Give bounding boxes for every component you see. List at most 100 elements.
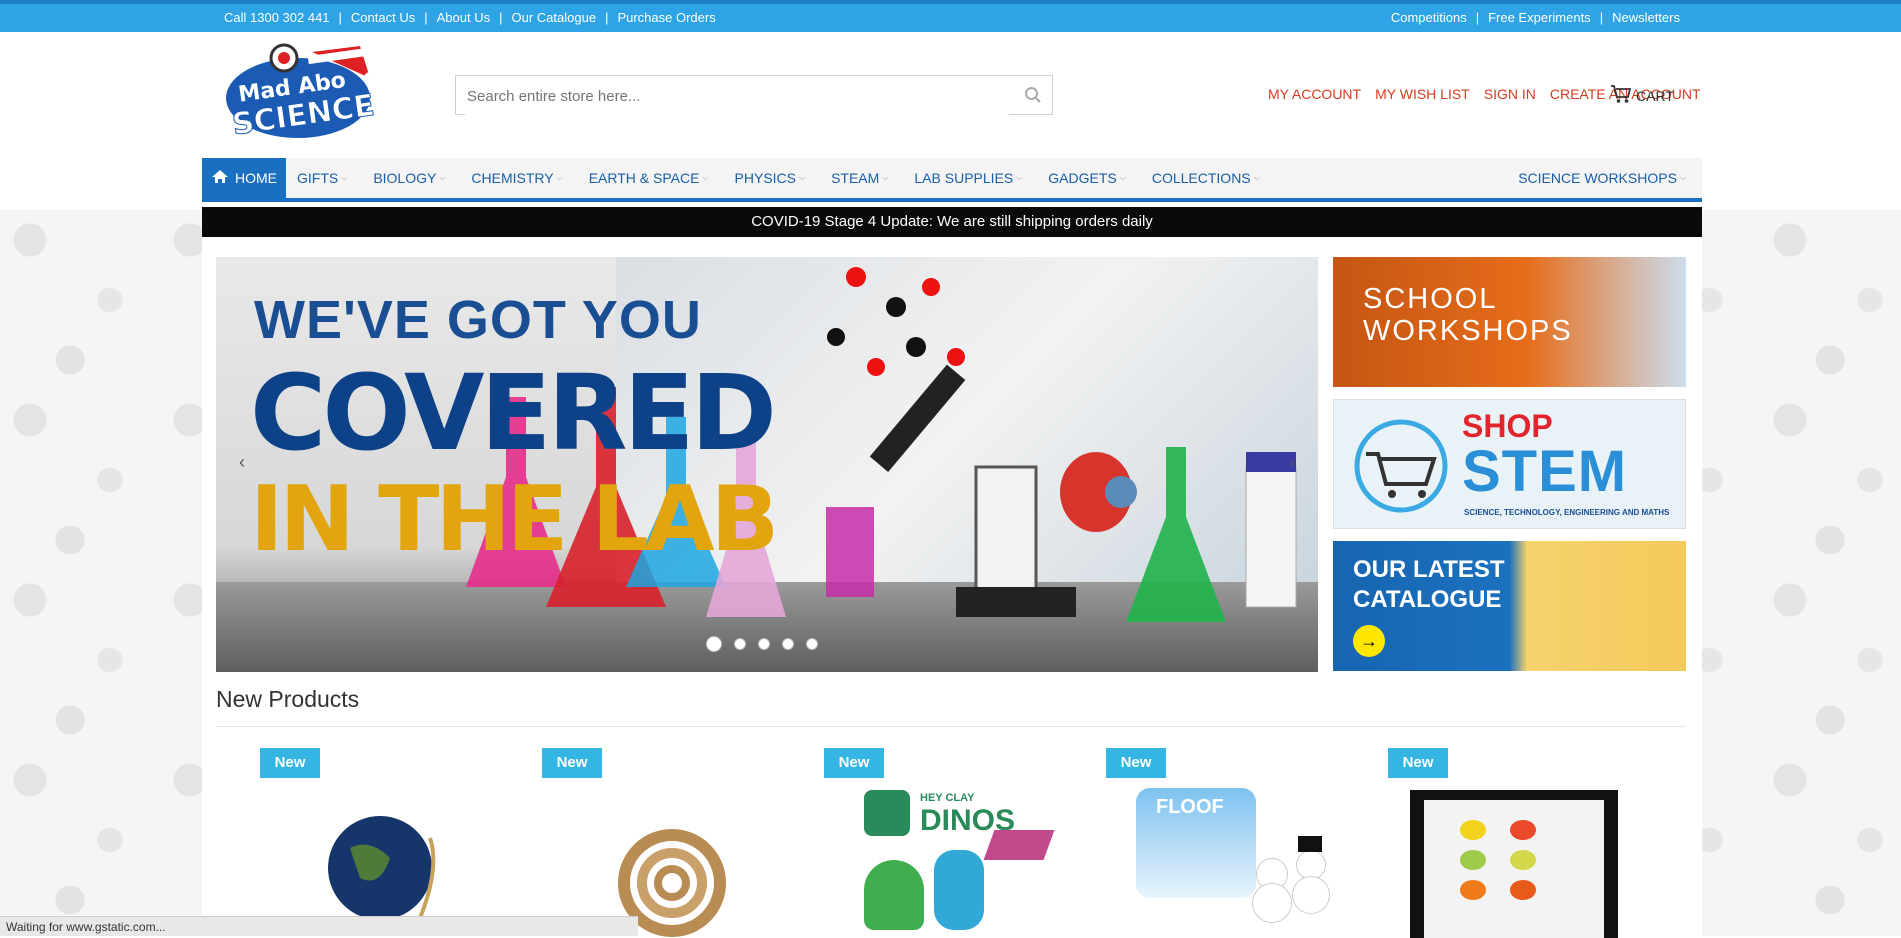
top-link-competitions[interactable]: Competitions — [1391, 10, 1467, 25]
product-card[interactable]: New HEY CLAY DINOS — [824, 748, 1064, 938]
site-logo[interactable]: Mad Abo SCIENCE — [220, 38, 380, 148]
chevron-down-icon: ⌵ — [556, 173, 563, 182]
slide-headline-line2: COVERED — [250, 352, 777, 474]
nav-item-earth-space[interactable]: EARTH & SPACE ⌵ — [589, 170, 709, 186]
promo-catalogue-title: OUR LATEST CATALOGUE — [1353, 555, 1505, 615]
divider: | — [338, 10, 342, 25]
chevron-down-icon: ⌵ — [1678, 90, 1686, 100]
chevron-down-icon: ⌵ — [1253, 173, 1260, 182]
top-link-purchase-orders[interactable]: Purchase Orders — [617, 10, 715, 25]
top-bar-right-links: Competitions | Free Experiments | Newsle… — [1391, 10, 1680, 25]
slider-dot[interactable] — [758, 638, 770, 650]
chevron-left-icon: ‹ — [239, 451, 245, 472]
nav-item-label: LAB SUPPLIES — [914, 170, 1014, 186]
top-link-contact[interactable]: Contact Us — [351, 10, 415, 25]
nav-item-label: COLLECTIONS — [1151, 170, 1251, 186]
cart-stem-icon — [1354, 419, 1448, 513]
top-bar-left-links: Call 1300 302 441 | Contact Us | About U… — [224, 10, 716, 25]
top-link-about[interactable]: About Us — [437, 10, 490, 25]
divider: | — [1599, 10, 1604, 25]
top-link-phone[interactable]: Call 1300 302 441 — [224, 10, 330, 25]
browser-status-bar: Waiting for www.gstatic.com... — [0, 916, 638, 936]
nav-item-chemistry[interactable]: CHEMISTRY ⌵ — [471, 170, 562, 186]
nav-item-label: BIOLOGY — [373, 170, 437, 186]
new-badge: New — [824, 748, 884, 778]
chevron-down-icon: ⌵ — [702, 173, 709, 182]
slider-dot[interactable] — [782, 638, 794, 650]
nav-item-lab-supplies[interactable]: LAB SUPPLIES ⌵ — [914, 170, 1022, 186]
promo-latest-catalogue[interactable]: OUR LATEST CATALOGUE → — [1333, 541, 1686, 671]
top-link-free-experiments[interactable]: Free Experiments — [1488, 10, 1591, 25]
hero-slider: WE'VE GOT YOU COVERED IN THE LAB ‹ › — [216, 257, 1318, 672]
divider: | — [499, 10, 503, 25]
product-card[interactable]: New FLOOF — [1106, 748, 1346, 938]
promo-school-title: SCHOOL WORKSHOPS — [1363, 283, 1573, 347]
search-input[interactable] — [465, 77, 1009, 115]
section-divider — [216, 726, 1686, 727]
nav-item-steam[interactable]: STEAM ⌵ — [831, 170, 888, 186]
divider: | — [1475, 10, 1480, 25]
section-title-new-products: New Products — [216, 686, 360, 712]
nav-items: GIFTS ⌵ BIOLOGY ⌵ CHEMISTRY ⌵ EARTH & SPACE… — [297, 170, 1286, 186]
slider-dot[interactable] — [806, 638, 818, 650]
butterfly-frame-image — [1410, 790, 1618, 938]
home-icon — [211, 169, 229, 187]
slide-headline-line1: WE'VE GOT YOU — [254, 290, 702, 350]
search-icon[interactable] — [1024, 86, 1042, 104]
covid-notice-banner: COVID-19 Stage 4 Update: We are still sh… — [202, 207, 1702, 237]
nav-item-label: GADGETS — [1048, 170, 1117, 186]
cart-icon — [1610, 84, 1632, 107]
sign-in-link[interactable]: Sign In — [1484, 86, 1536, 102]
floof-snowman-image: FLOOF — [1136, 788, 1336, 938]
nav-item-label: CHEMISTRY — [471, 170, 554, 186]
search-box — [455, 75, 1053, 115]
slider-dot[interactable] — [734, 638, 746, 650]
new-badge: New — [260, 748, 320, 778]
product-label-top: HEY CLAY — [920, 792, 975, 804]
product-card[interactable]: New — [260, 748, 500, 938]
product-card[interactable]: New — [1388, 748, 1628, 938]
slider-pagination — [706, 636, 818, 652]
chevron-down-icon: ⌵ — [799, 173, 806, 182]
chevron-down-icon: ⌵ — [882, 173, 889, 182]
promo-catalogue-line2: CATALOGUE — [1353, 586, 1502, 613]
nav-home[interactable]: HOME — [202, 158, 286, 198]
slider-dot[interactable] — [706, 636, 722, 652]
new-badge: New — [1106, 748, 1166, 778]
nav-item-gadgets[interactable]: GADGETS ⌵ — [1048, 170, 1126, 186]
nav-item-biology[interactable]: BIOLOGY ⌵ — [373, 170, 445, 186]
nav-item-science-workshops[interactable]: SCIENCE WORKSHOPS ⌵ — [1518, 170, 1686, 186]
divider: | — [605, 10, 609, 25]
my-account-link[interactable]: My Account — [1268, 86, 1361, 102]
product-label: FLOOF — [1156, 796, 1224, 818]
top-link-catalogue[interactable]: Our Catalogue — [512, 10, 597, 25]
product-card[interactable]: New — [542, 748, 782, 938]
promo-stem-subtitle: SCIENCE, TECHNOLOGY, ENGINEERING AND MAT… — [1464, 508, 1670, 517]
cart-button[interactable]: CART ⌵ — [1610, 84, 1686, 107]
nav-item-label: STEAM — [831, 170, 880, 186]
chevron-down-icon: ⌵ — [1679, 173, 1686, 182]
new-badge: New — [542, 748, 602, 778]
new-badge: New — [1388, 748, 1448, 778]
nav-item-collections[interactable]: COLLECTIONS ⌵ — [1152, 170, 1260, 186]
nav-item-label: SCIENCE WORKSHOPS — [1518, 170, 1677, 186]
nav-item-label: GIFTS — [297, 170, 339, 186]
promo-shop-stem[interactable]: SHOP STEM SCIENCE, TECHNOLOGY, ENGINEERI… — [1333, 399, 1686, 529]
nav-item-gifts[interactable]: GIFTS ⌵ — [297, 170, 347, 186]
slider-prev-button[interactable]: ‹ — [228, 442, 256, 482]
slide-headline-line3: IN THE LAB — [250, 467, 779, 572]
promo-catalogue-line1: OUR LATEST — [1353, 556, 1505, 583]
top-link-newsletters[interactable]: Newsletters — [1612, 10, 1680, 25]
promo-school-workshops[interactable]: SCHOOL WORKSHOPS — [1333, 257, 1686, 387]
divider: | — [424, 10, 428, 25]
chevron-down-icon: ⌵ — [1119, 173, 1126, 182]
nav-item-physics[interactable]: PHYSICS ⌵ — [735, 170, 806, 186]
chevron-down-icon: ⌵ — [341, 173, 348, 182]
hey-clay-dinos-image: HEY CLAY DINOS — [864, 790, 1055, 936]
top-bar: Call 1300 302 441 | Contact Us | About U… — [0, 4, 1901, 32]
my-wishlist-link[interactable]: My Wish List — [1375, 86, 1470, 102]
nav-item-label: PHYSICS — [734, 170, 796, 186]
arrow-right-icon[interactable]: → — [1353, 625, 1385, 657]
slider-next-button[interactable]: › — [1278, 442, 1306, 482]
chevron-down-icon: ⌵ — [439, 173, 446, 182]
